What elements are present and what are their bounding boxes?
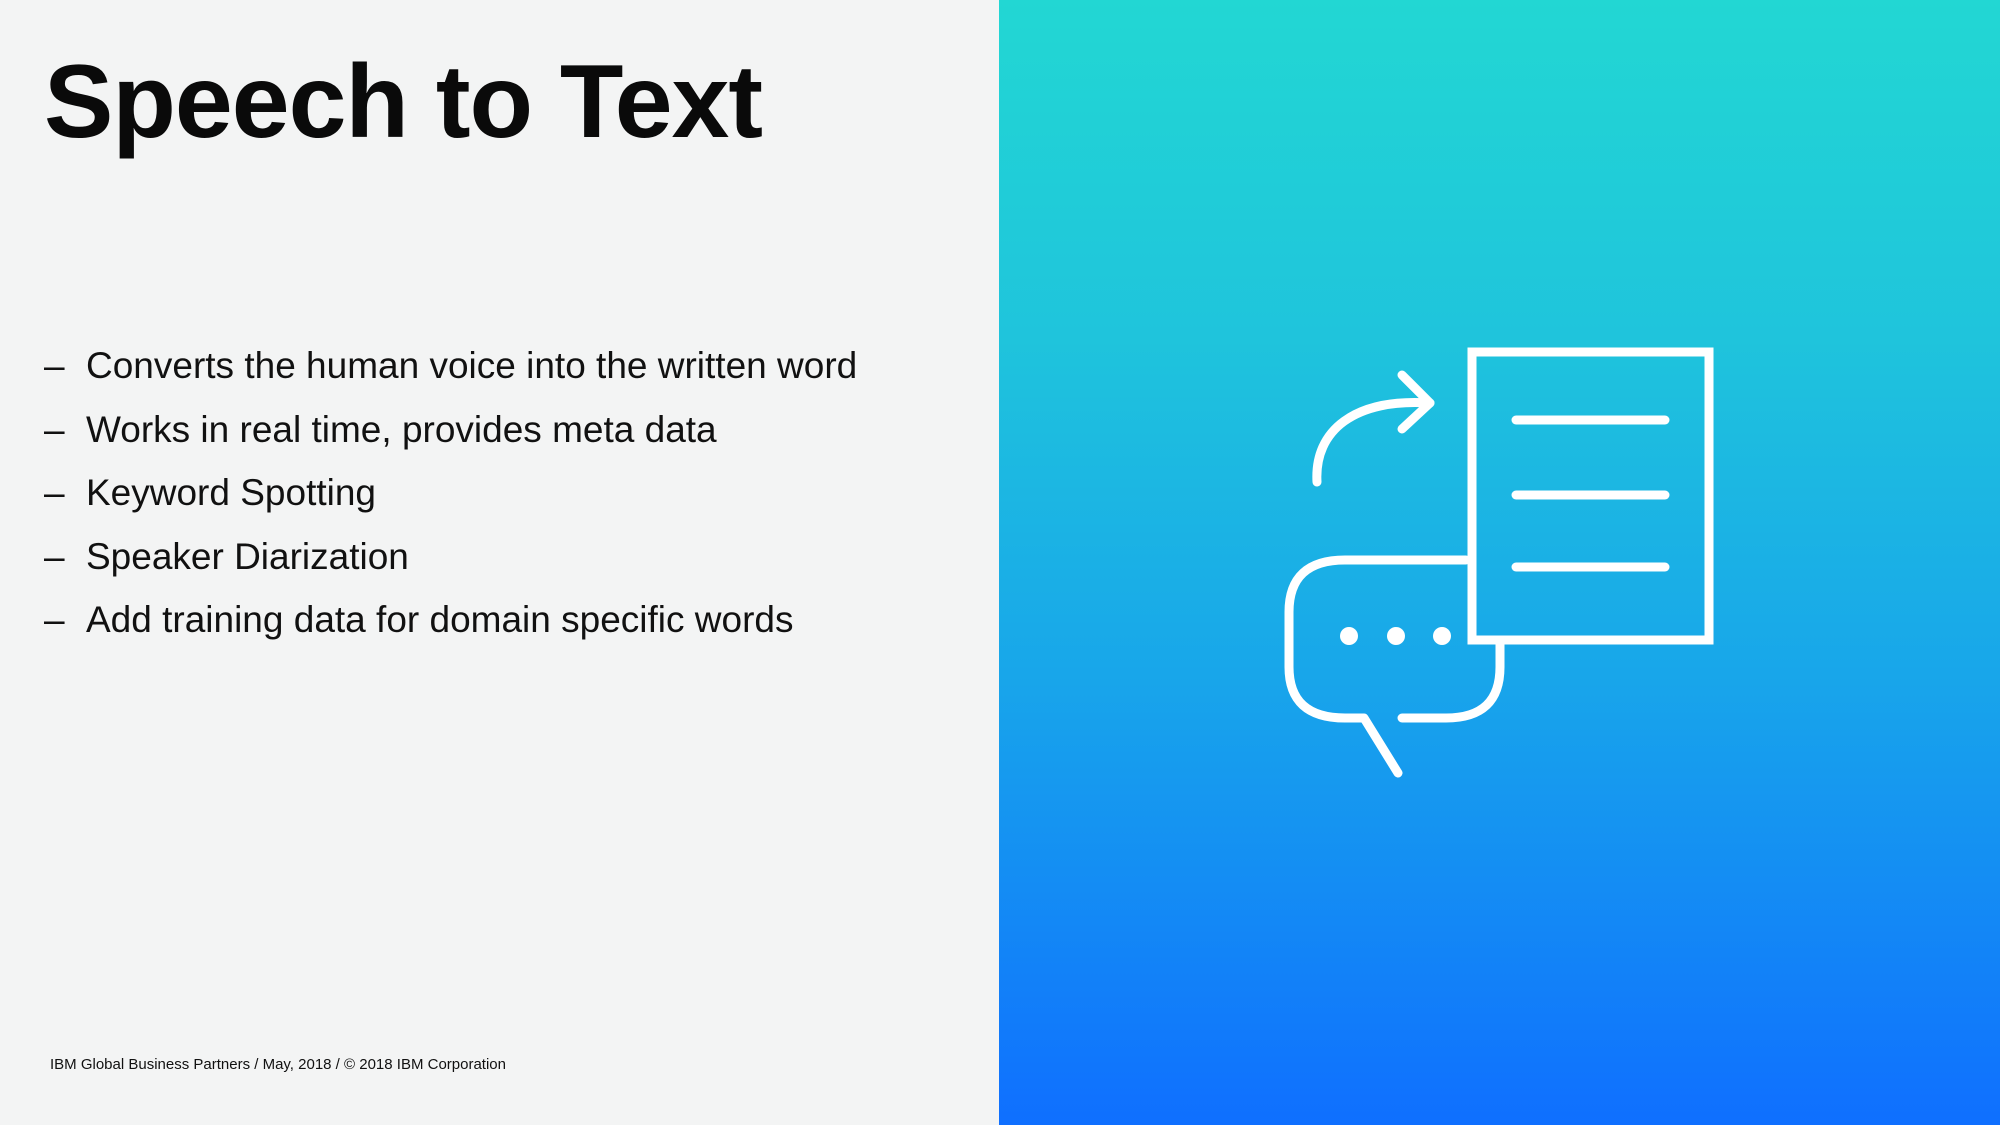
document-icon [1467, 347, 1714, 645]
bullet-marker: – [44, 472, 65, 513]
bullet-marker: – [44, 535, 65, 577]
bullet-item: – Add training data for domain specific … [44, 599, 857, 663]
slide: Speech to Text – Converts the human voic… [0, 0, 2000, 1125]
bullet-item: – Keyword Spotting [44, 472, 857, 536]
curved-arrow-icon [1312, 370, 1435, 487]
bullet-list: – Converts the human voice into the writ… [44, 345, 857, 663]
bullet-text: Keyword Spotting [86, 472, 377, 513]
slide-title: Speech to Text [44, 44, 763, 160]
bullet-text: Add training data for domain specific wo… [86, 599, 794, 640]
bullet-text: Works in real time, provides meta data [86, 408, 717, 450]
speech-to-text-illustration [1284, 347, 1714, 778]
bullet-item: – Works in real time, provides meta data [44, 409, 857, 473]
content-panel: Speech to Text – Converts the human voic… [0, 0, 999, 1125]
bullet-marker: – [44, 599, 65, 640]
bullet-item: – Converts the human voice into the writ… [44, 345, 857, 409]
bullet-text: Converts the human voice into the writte… [86, 345, 858, 386]
bullet-marker: – [44, 345, 65, 386]
bullet-marker: – [44, 408, 65, 450]
bullet-text: Speaker Diarization [86, 535, 409, 577]
slide-footer: IBM Global Business Partners / May, 2018… [50, 1056, 506, 1073]
bullet-item: – Speaker Diarization [44, 536, 857, 600]
